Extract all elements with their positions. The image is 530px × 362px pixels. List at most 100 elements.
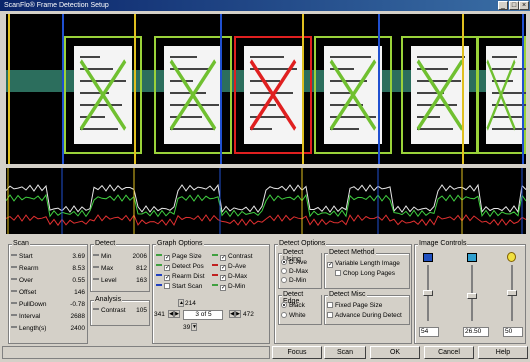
checkbox[interactable]: ✓ xyxy=(164,255,170,261)
detect-misc-label: Advance During Detect xyxy=(335,312,402,319)
scan-row-label: Length(s) xyxy=(19,325,47,332)
down-arrow-button[interactable]: ▼ xyxy=(191,323,197,331)
image-slider-thumb[interactable] xyxy=(467,292,477,299)
detect-method-label: Variable Length Image xyxy=(335,260,400,267)
graph-options-title: Graph Options xyxy=(156,240,204,247)
nav-bottom-value: 39 xyxy=(183,324,191,331)
detect-row-value: 163 xyxy=(136,277,147,284)
focus-button[interactable]: Focus xyxy=(272,346,322,359)
checkbox[interactable]: ✓ xyxy=(220,275,226,281)
image-control-input[interactable]: 50 xyxy=(503,327,523,337)
page-indicator: 3 of 5 xyxy=(183,310,223,320)
graph-option[interactable]: ✓ D-Ave xyxy=(212,263,246,271)
detect-misc-option[interactable]: Advance During Detect xyxy=(327,312,402,319)
checkbox[interactable] xyxy=(327,302,333,308)
frame-box[interactable] xyxy=(476,36,526,154)
window-title: ScanFlo® Frame Detection Setup xyxy=(4,2,109,9)
title-bar: ScanFlo® Frame Detection Setup _ □ × xyxy=(0,0,530,11)
graph-option[interactable]: ✓ Contrast xyxy=(212,253,253,261)
scan-row-value: 2400 xyxy=(70,325,85,332)
frame-box[interactable] xyxy=(401,36,479,154)
graph-option-label: D-Ave xyxy=(228,263,246,270)
checkbox[interactable] xyxy=(335,270,341,276)
graph-option[interactable]: ✓ D-Max xyxy=(212,273,247,281)
frame-preview[interactable] xyxy=(6,14,526,164)
frame-box[interactable] xyxy=(314,36,392,154)
detect-row[interactable]: Min xyxy=(93,253,111,260)
right-arrow-button[interactable]: ▶ xyxy=(174,310,180,318)
image-control-input[interactable]: 54 xyxy=(419,327,439,337)
image-control-input[interactable]: 26.50 xyxy=(463,327,489,337)
d-ave-trace xyxy=(5,213,527,227)
graph-option[interactable]: ✓ Page Size xyxy=(156,253,202,261)
graph-option[interactable]: ✓ D-Min xyxy=(212,283,245,291)
image-slider-thumb[interactable] xyxy=(423,290,433,296)
cancel-button[interactable]: Cancel xyxy=(424,346,474,359)
slider-mini-icon xyxy=(11,266,17,268)
density-graph[interactable] xyxy=(5,168,527,234)
radio-button[interactable] xyxy=(281,268,287,274)
detect-edge-label: White xyxy=(289,312,306,319)
frame-box[interactable] xyxy=(64,36,142,154)
frame-box[interactable] xyxy=(234,36,312,154)
scan-row-label: Rearm xyxy=(19,265,39,272)
close-button[interactable]: × xyxy=(519,1,529,10)
detect-row[interactable]: Level xyxy=(93,277,117,284)
right-arrow-button[interactable]: ▶ xyxy=(235,310,241,318)
detect-method-option[interactable]: ✓ Variable Length Image xyxy=(327,260,400,268)
ok-button[interactable]: OK xyxy=(370,346,420,359)
checkbox[interactable]: ✓ xyxy=(220,285,226,291)
slider-mini-icon xyxy=(93,278,99,280)
detect-edge-option[interactable]: Black xyxy=(281,302,305,309)
checkbox[interactable]: ✓ xyxy=(164,265,170,271)
brightness-icon xyxy=(423,253,433,262)
minimize-button[interactable]: _ xyxy=(498,1,508,10)
checkbox[interactable]: ✓ xyxy=(327,262,333,268)
frame-divider xyxy=(302,14,304,164)
analysis-contrast-row[interactable]: Contrast xyxy=(93,307,126,314)
detect-using-option[interactable]: D-Max xyxy=(281,268,308,275)
graph-option-label: Contrast xyxy=(228,253,253,260)
checkbox[interactable]: ✓ xyxy=(164,275,170,281)
detect-method-option[interactable]: Chop Long Pages xyxy=(335,270,395,277)
checkbox[interactable] xyxy=(164,283,170,289)
graph-option[interactable]: ✓ Rearm Dist xyxy=(156,273,205,281)
graph-option[interactable]: Start Scan xyxy=(156,283,202,290)
scan-group: Scan Start 3.69 Rearm 8.53 Over 0.55 Offset 146… xyxy=(8,240,88,344)
scan-row[interactable]: Over xyxy=(11,277,33,284)
detect-using-option[interactable]: D-Min xyxy=(281,277,306,284)
help-button[interactable]: Help xyxy=(478,346,528,359)
detect-method-group: Detect Method ✓ Variable Length Image Chop… xyxy=(324,249,410,289)
image-slider-thumb[interactable] xyxy=(507,290,517,296)
detect-using-group: Detect Using D-Ave D-Max D-Min xyxy=(278,249,322,289)
detect-row[interactable]: Max xyxy=(93,265,113,272)
scan-row-label: Start xyxy=(19,253,33,260)
detect-edge-option[interactable]: White xyxy=(281,312,306,319)
radio-button[interactable] xyxy=(281,259,287,265)
radio-button[interactable] xyxy=(281,277,287,283)
maximize-button[interactable]: □ xyxy=(509,1,519,10)
radio-button[interactable] xyxy=(281,312,287,318)
scan-row[interactable]: PullDown xyxy=(11,301,46,308)
scan-row[interactable]: Interval xyxy=(11,313,40,320)
nav-top-value: 214 xyxy=(185,300,196,307)
scan-group-title: Scan xyxy=(12,240,30,247)
checkbox[interactable]: ✓ xyxy=(220,255,226,261)
detect-group-title: Detect xyxy=(94,240,117,247)
detect-misc-option[interactable]: Fixed Page Size xyxy=(327,302,382,309)
scan-row[interactable]: Length(s) xyxy=(11,325,46,332)
checkbox[interactable]: ✓ xyxy=(220,265,226,271)
scan-row[interactable]: Offset xyxy=(11,289,36,296)
analysis-value: 105 xyxy=(136,307,147,314)
slider-mini-icon xyxy=(93,266,99,268)
radio-button[interactable] xyxy=(281,302,287,308)
scan-row[interactable]: Start xyxy=(11,253,33,260)
detect-using-option[interactable]: D-Ave xyxy=(281,259,307,266)
detect-using-label: D-Max xyxy=(289,268,309,275)
scan-button[interactable]: Scan xyxy=(324,346,366,359)
checkbox[interactable] xyxy=(327,312,333,318)
scan-row[interactable]: Rearm xyxy=(11,265,39,272)
detect-row-label: Level xyxy=(101,277,117,284)
graph-option[interactable]: ✓ Detect Pos xyxy=(156,263,204,271)
up-arrow-button[interactable]: ▲ xyxy=(178,299,184,307)
